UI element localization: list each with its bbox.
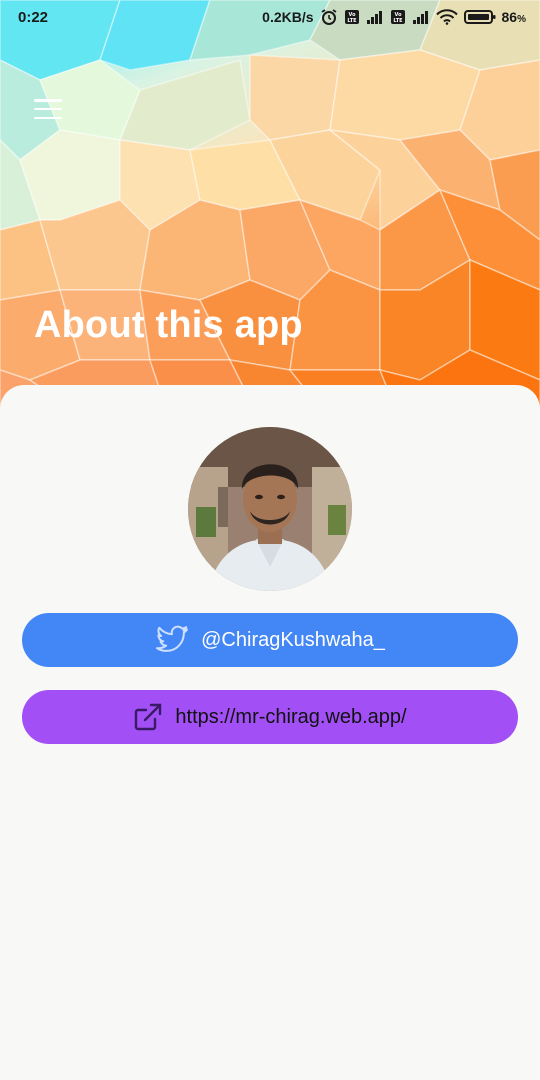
header-banner: 0:22 0.2KB/s Vo LTE Vo LTE 86% About thi… <box>0 0 540 420</box>
hamburger-menu-icon[interactable] <box>34 96 64 122</box>
svg-text:LTE: LTE <box>393 18 403 24</box>
status-time: 0:22 <box>18 8 49 26</box>
twitter-bird-icon <box>155 625 189 655</box>
wifi-icon <box>435 9 458 25</box>
alarm-icon <box>320 8 338 26</box>
content-card: @ChiragKushwaha_ https://mr-chirag.web.a… <box>0 385 540 1080</box>
status-bar: 0:22 0.2KB/s Vo LTE Vo LTE 86% <box>0 0 540 34</box>
avatar <box>188 427 352 591</box>
volte-icon-2: Vo LTE <box>390 9 406 25</box>
mosaic-background <box>0 0 540 420</box>
website-link-button[interactable]: https://mr-chirag.web.app/ <box>22 690 518 744</box>
website-url: https://mr-chirag.web.app/ <box>175 705 407 728</box>
battery-level: 86% <box>501 9 526 25</box>
signal-icon <box>366 9 384 25</box>
volte-icon: Vo LTE <box>344 9 360 25</box>
page-title: About this app <box>34 304 303 346</box>
signal-icon-2 <box>412 9 430 25</box>
battery-icon <box>463 9 496 25</box>
svg-text:LTE: LTE <box>347 18 357 24</box>
twitter-handle: @ChiragKushwaha_ <box>201 628 385 651</box>
network-speed: 0.2KB/s <box>262 9 314 25</box>
twitter-link-button[interactable]: @ChiragKushwaha_ <box>22 613 518 667</box>
status-icons: 0.2KB/s Vo LTE Vo LTE 86% <box>262 8 526 26</box>
external-link-icon <box>133 702 163 732</box>
